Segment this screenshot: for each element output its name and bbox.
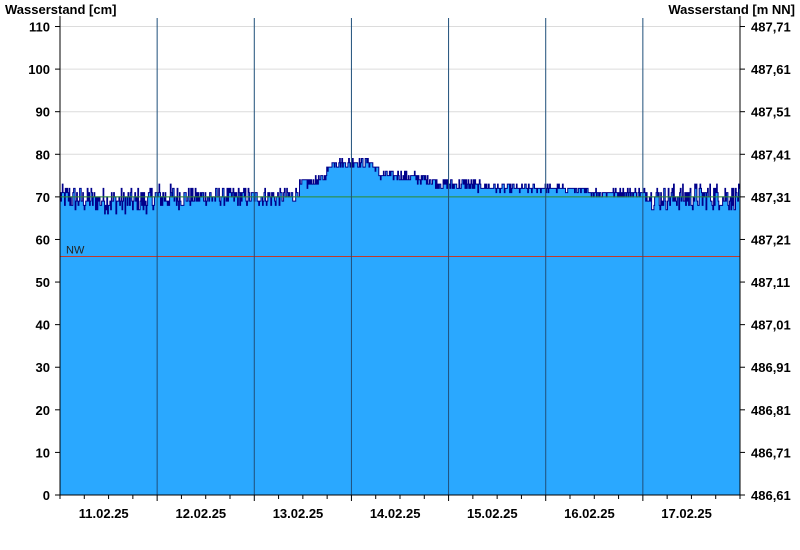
right-tick-label: 486,61 [751, 488, 791, 503]
left-tick-label: 40 [36, 318, 50, 333]
right-tick-label: 487,51 [751, 105, 791, 120]
left-tick-label: 100 [28, 62, 50, 77]
left-tick-label: 70 [36, 190, 50, 205]
right-tick-label: 487,41 [751, 147, 791, 162]
x-tick-label: 17.02.25 [661, 506, 712, 521]
left-tick-label: 0 [43, 488, 50, 503]
left-tick-label: 30 [36, 360, 50, 375]
left-tick-label: 10 [36, 445, 50, 460]
right-tick-label: 486,71 [751, 445, 791, 460]
right-tick-label: 487,11 [751, 275, 790, 290]
right-tick-label: 487,71 [751, 20, 791, 35]
water-level-chart: NW 0 10 20 30 40 50 60 70 80 90 100 110 486,61 486,71… [5, 2, 795, 521]
left-tick-label: 80 [36, 147, 50, 162]
left-axis-title: Wasserstand [cm] [5, 2, 117, 17]
x-tick-label: 15.02.25 [467, 506, 518, 521]
right-axis-title: Wasserstand [m NN] [668, 2, 795, 17]
right-tick-label: 486,81 [751, 403, 791, 418]
left-tick-label: 90 [36, 105, 50, 120]
series-area [60, 158, 740, 495]
left-tick-label: 110 [29, 20, 50, 35]
right-tick-label: 487,61 [751, 62, 791, 77]
x-tick-label: 14.02.25 [370, 506, 421, 521]
left-tick-label: 60 [36, 232, 50, 247]
right-tick-label: 487,31 [751, 190, 791, 205]
right-tick-label: 487,21 [751, 232, 791, 247]
x-tick-label: 11.02.25 [79, 506, 129, 521]
reference-line-label: NW [66, 245, 85, 257]
x-tick-label: 12.02.25 [176, 506, 227, 521]
x-tick-label: 13.02.25 [273, 506, 324, 521]
left-tick-label: 20 [36, 403, 50, 418]
left-tick-label: 50 [36, 275, 50, 290]
right-tick-label: 486,91 [751, 360, 791, 375]
x-tick-label: 16.02.25 [564, 506, 615, 521]
right-tick-label: 487,01 [751, 318, 791, 333]
water-level-area [60, 158, 741, 495]
